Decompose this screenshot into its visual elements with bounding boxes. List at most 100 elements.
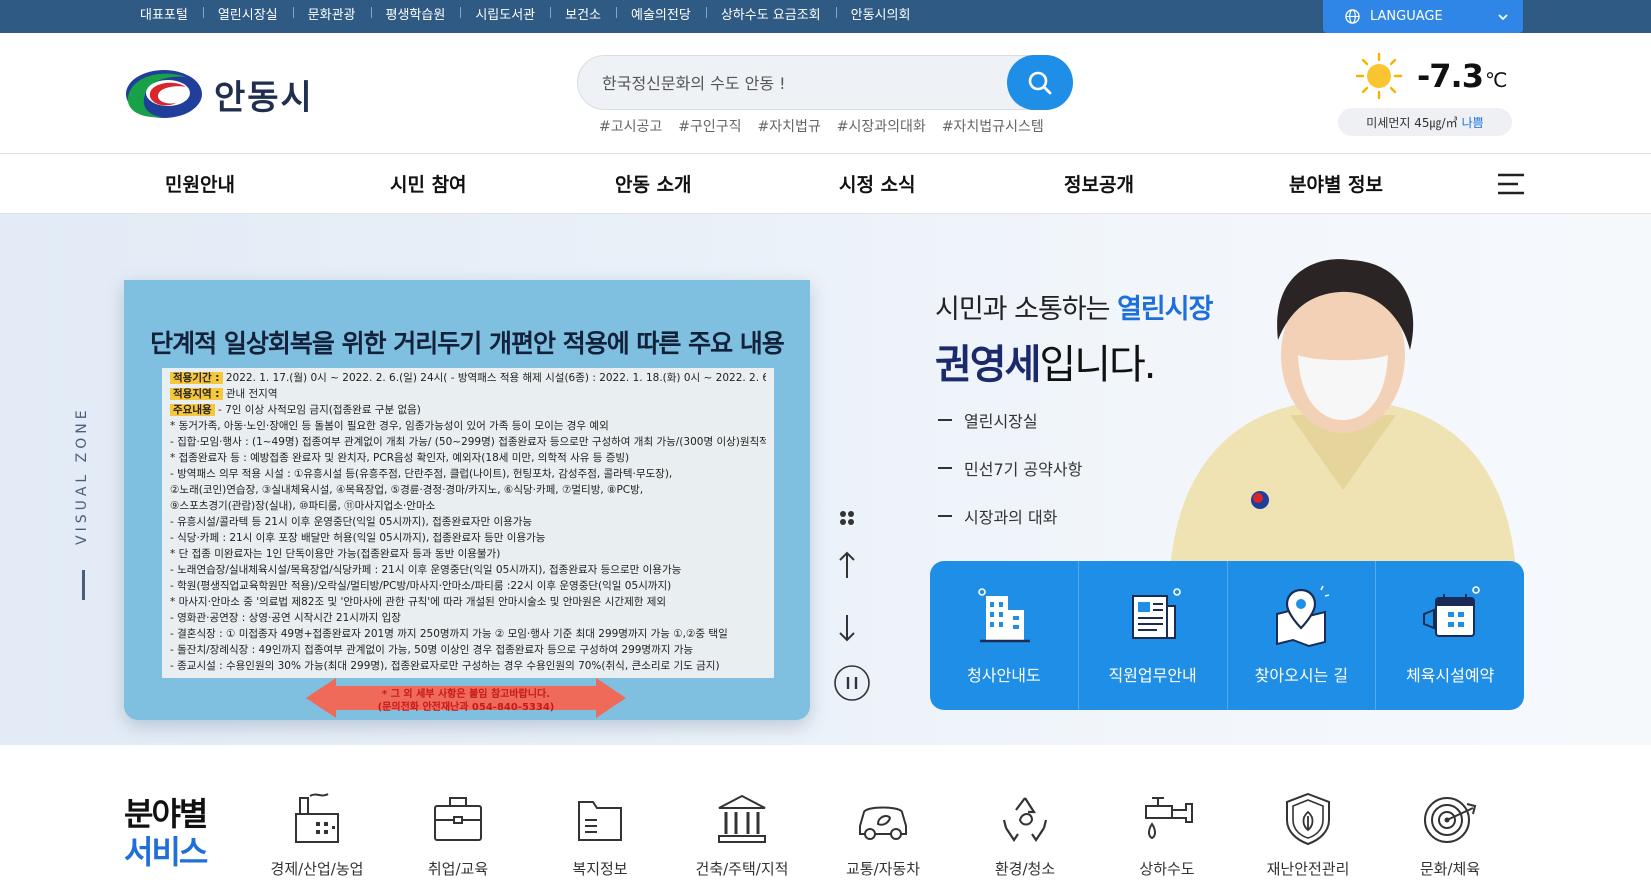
toplink-city-council[interactable]: 안동시의회 <box>835 4 926 23</box>
toplink-water-bill[interactable]: 상하수도 요금조회 <box>705 4 836 23</box>
banner-line: * 접종완료자 등 : 예방접종 완료자 및 완치자, PCR음성 확인자, 예… <box>170 452 630 464</box>
grid-view-icon[interactable] <box>838 509 856 527</box>
language-selector[interactable]: LANGUAGE <box>1323 0 1523 33</box>
calendar-icon <box>1423 586 1480 637</box>
service-employment[interactable]: 취업/교육 <box>393 790 523 879</box>
toplink-mayor-office[interactable]: 열린시장실 <box>202 4 293 23</box>
fine-dust-status: 나쁨 <box>1461 115 1484 130</box>
nav-about-andong[interactable]: 안동 소개 <box>615 170 692 197</box>
nav-disclosure[interactable]: 정보공개 <box>1064 170 1134 197</box>
tag-mayor-talk[interactable]: #시장과의대화 <box>837 116 926 136</box>
banner-note-line2: (문의전화 안전재난과 054-840-5334) <box>377 702 555 713</box>
quick-staff-duties[interactable]: 직원업무안내 <box>1079 561 1228 710</box>
globe-icon <box>1345 9 1360 24</box>
top-links: 대표포털 열린시장실 문화관광 평생학습원 시립도서관 보건소 예술의전당 상하… <box>124 0 925 26</box>
banner-line: - 유흥시설/콜라텍 등 21시 이후 운영중단(익일 05시까지), 접종완료… <box>170 516 533 528</box>
toplink-culture-tour[interactable]: 문화관광 <box>292 4 371 23</box>
banner-title: 단계적 일상회복을 위한 거리두기 개편안 적용에 따른 주요 내용 <box>150 329 785 358</box>
banner-line: ②노래(코인)연습장, ③실내체육시설, ④목욕장업, ⑤경륜·경정·경마/카지… <box>170 484 644 496</box>
nav-field-info[interactable]: 분야별 정보 <box>1289 170 1383 197</box>
service-culture-sports-label: 문화/체육 <box>1419 860 1481 878</box>
tag-law-system[interactable]: #자치법규시스템 <box>942 116 1044 136</box>
banner-period: 적용기간 : 2022. 1. 17.(월) 0시 ~ 2022. 2. 6.(… <box>170 370 766 386</box>
weather-widget: -7.3 ℃ <box>1355 52 1515 100</box>
visual-zone-bar <box>82 570 85 600</box>
andong-emblem-icon <box>126 70 202 118</box>
service-economy-label: 경제/산업/농업 <box>270 860 364 878</box>
mayor-name-suffix: 입니다. <box>1039 342 1156 388</box>
banner-line: - 집합·모임·행사 : (1~49명) 접종여부 관계없이 개최 가능/ (5… <box>170 436 766 448</box>
service-economy[interactable]: 경제/산업/농업 <box>252 790 382 879</box>
briefcase-icon <box>434 797 482 841</box>
nav-civil-service[interactable]: 민원안내 <box>165 170 235 197</box>
main-nav: 민원안내 시민 참여 안동 소개 시정 소식 정보공개 분야별 정보 <box>0 153 1651 214</box>
banner-period-text: 2022. 1. 17.(월) 0시 ~ 2022. 2. 6.(일) 24시(… <box>225 372 766 384</box>
toplink-health-center[interactable]: 보건소 <box>550 4 616 23</box>
tag-jobs[interactable]: #구인구직 <box>678 116 741 136</box>
car-icon <box>859 806 907 840</box>
banner-main-label: 주요내용 <box>170 404 215 416</box>
banner-area: 적용지역 : 관내 전지역 <box>170 386 766 402</box>
mayor-link-pledges[interactable]: 민선7기 공약사항 <box>938 456 1082 480</box>
top-utility-bar: 대표포털 열린시장실 문화관광 평생학습원 시립도서관 보건소 예술의전당 상하… <box>0 0 1651 33</box>
temperature-number: -7.3 <box>1417 57 1484 95</box>
quick-office-map[interactable]: 청사안내도 <box>930 561 1079 710</box>
nav-participation[interactable]: 시민 참여 <box>390 170 467 197</box>
site-logo[interactable]: 안동시 <box>124 66 324 122</box>
service-environment[interactable]: 환경/청소 <box>960 790 1090 879</box>
services-title-line2: 서비스 <box>124 833 208 871</box>
water-faucet-icon <box>1145 797 1193 840</box>
hamburger-menu-icon[interactable] <box>1496 172 1526 196</box>
service-water[interactable]: 상하수도 <box>1102 790 1232 879</box>
pause-button-icon[interactable] <box>833 664 871 702</box>
mayor-link-office[interactable]: 열린시장실 <box>938 408 1082 432</box>
search-input[interactable] <box>602 66 962 100</box>
service-safety[interactable]: 재난안전관리 <box>1243 790 1373 879</box>
services-title: 분야별 서비스 <box>124 795 208 871</box>
service-employment-label: 취업/교육 <box>427 860 489 878</box>
temperature-unit: ℃ <box>1484 68 1507 92</box>
mayor-link-dialogue[interactable]: 시장과의 대화 <box>938 504 1082 528</box>
service-transport[interactable]: 교통/자동차 <box>818 790 948 879</box>
banner-line: - 영화관·공연장 : 상영·공연 시작시간 21시까지 입장 <box>170 612 401 624</box>
recycle-icon <box>1002 797 1048 842</box>
toplink-lifelong-learning[interactable]: 평생학습원 <box>370 4 461 23</box>
main-banner[interactable]: 단계적 일상회복을 위한 거리두기 개편안 적용에 따른 주요 내용 적용기간 … <box>124 280 810 720</box>
banner-line: - 학원(평생직업교육학원만 적용)/오락실/멀티방/PC방/마사지·안마소/파… <box>170 580 672 592</box>
fine-dust-label: 미세먼지 45㎍/㎥ <box>1366 115 1458 130</box>
quick-sports-reservation-label: 체육시설예약 <box>1405 666 1495 685</box>
arrow-down-icon[interactable] <box>838 613 856 643</box>
factory-icon <box>295 793 339 843</box>
services-title-line1: 분야별 <box>124 795 208 833</box>
language-label: LANGUAGE <box>1370 9 1443 24</box>
banner-line: - 종교시설 : 수용인원의 30% 가능(최대 299명), 접종완료자로만 … <box>170 660 720 672</box>
nav-city-news[interactable]: 시정 소식 <box>839 170 916 197</box>
search-icon <box>1028 71 1052 94</box>
banner-line: - 식당·카페 : 21시 이후 포장 배달만 허용(익일 05시까지), 접종… <box>170 532 546 544</box>
service-welfare[interactable]: 복지정보 <box>535 790 665 879</box>
service-safety-label: 재난안전관리 <box>1266 860 1350 878</box>
mayor-name: 권영세입니다. <box>935 332 1157 390</box>
service-environment-label: 환경/청소 <box>994 860 1056 878</box>
quick-directions[interactable]: 찾아오시는 길 <box>1228 561 1377 710</box>
service-transport-label: 교통/자동차 <box>845 860 921 878</box>
arrow-up-icon[interactable] <box>838 550 856 580</box>
document-list-icon <box>1131 588 1181 639</box>
quick-sports-reservation[interactable]: 체육시설예약 <box>1376 561 1524 710</box>
toplink-arts-center[interactable]: 예술의전당 <box>616 4 706 23</box>
search-button[interactable] <box>1007 55 1073 110</box>
banner-line: * 단 접종 미완료자는 1인 단독이용만 가능(접종완료자 등과 동반 이용불… <box>170 548 501 560</box>
toplink-library[interactable]: 시립도서관 <box>460 4 550 23</box>
logo-text: 안동시 <box>214 77 314 118</box>
quick-links-panel: 청사안내도 직원업무안내 찾아오시는 길 체육시설예약 <box>930 561 1524 710</box>
service-culture-sports[interactable]: 문화/체육 <box>1385 790 1515 879</box>
banner-line: * 동거가족, 아동·노인·장애인 등 돌봄이 필요한 경우, 임종가능성이 있… <box>170 420 609 432</box>
tag-local-laws[interactable]: #자치법규 <box>758 116 821 136</box>
banner-main: 주요내용 - 7인 이상 사적모임 금지(접종완료 구분 없음) <box>170 402 766 418</box>
tag-notice[interactable]: #고시공고 <box>599 116 662 136</box>
service-architecture[interactable]: 건축/주택/지적 <box>677 790 807 879</box>
quick-staff-duties-label: 직원업무안내 <box>1108 666 1197 685</box>
toplink-portal[interactable]: 대표포털 <box>124 4 203 23</box>
search-tags: #고시공고 #구인구직 #자치법규 #시장과의대화 #자치법규시스템 <box>599 116 1044 136</box>
mayor-slogan-prefix: 시민과 소통하는 <box>935 294 1110 325</box>
